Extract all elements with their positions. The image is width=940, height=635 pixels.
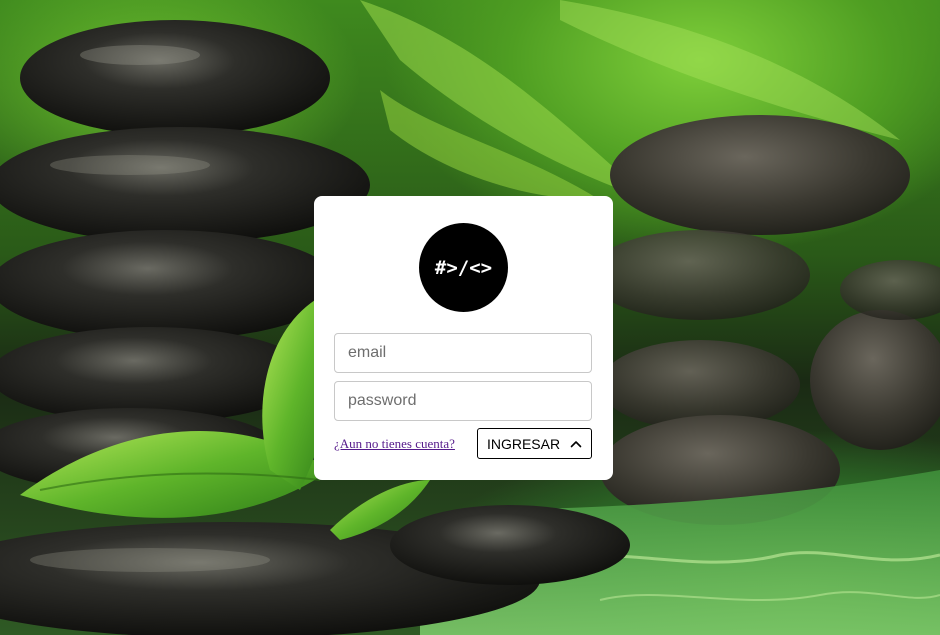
login-button-label: INGRESAR — [486, 435, 561, 452]
chevron-up-icon — [570, 440, 582, 447]
login-button[interactable]: INGRESAR — [477, 428, 592, 459]
login-card: #>/<> ¿Aun no tienes cuenta? INGRESAR — [314, 196, 613, 480]
brand-logo: #>/<> — [419, 223, 508, 312]
signup-link[interactable]: ¿Aun no tienes cuenta? — [334, 436, 455, 452]
email-input[interactable] — [334, 333, 592, 373]
password-input[interactable] — [334, 381, 592, 421]
